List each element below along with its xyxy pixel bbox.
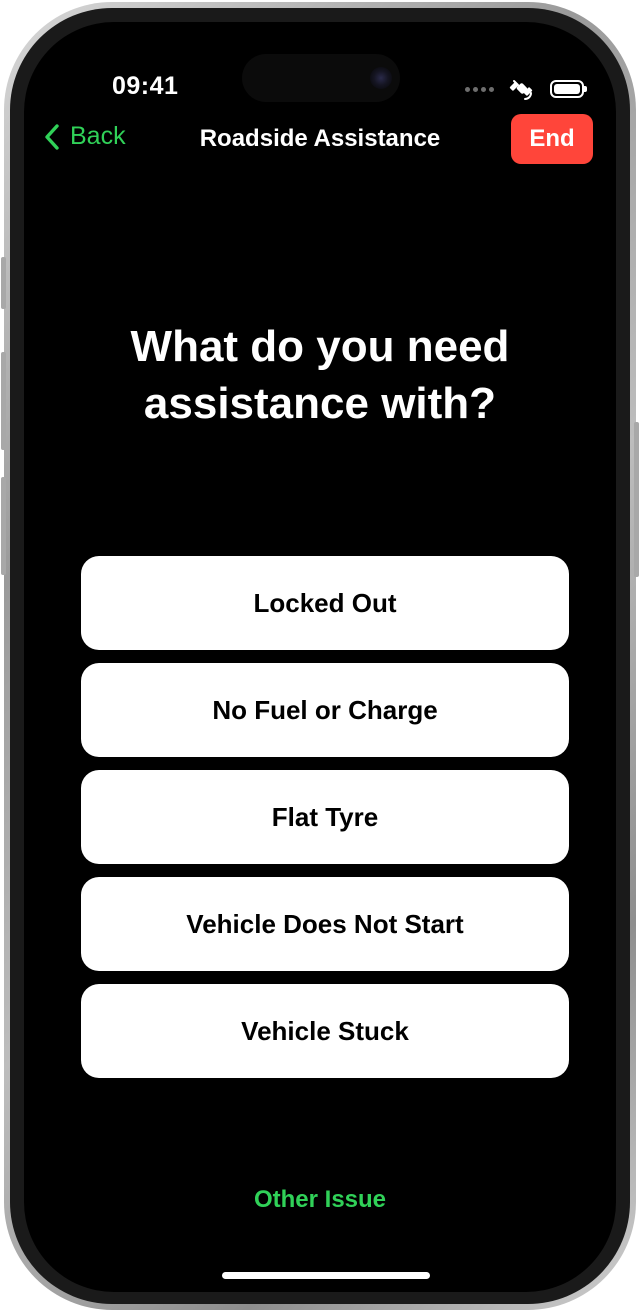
back-button[interactable]: Back bbox=[44, 122, 126, 151]
chevron-left-icon bbox=[45, 123, 59, 150]
cellular-dots-icon bbox=[465, 86, 494, 92]
option-flat-tyre-button[interactable]: Flat Tyre bbox=[81, 770, 569, 864]
home-indicator[interactable] bbox=[222, 1272, 430, 1279]
option-no-fuel-button[interactable]: No Fuel or Charge bbox=[81, 663, 569, 757]
screen: 09:41 Back Roadside Assistance End What … bbox=[24, 22, 616, 1292]
satellite-icon bbox=[509, 80, 533, 100]
option-locked-out-button[interactable]: Locked Out bbox=[81, 556, 569, 650]
phone-frame: 09:41 Back Roadside Assistance End What … bbox=[1, 2, 639, 1310]
end-button[interactable]: End bbox=[511, 114, 593, 164]
back-button-label: Back bbox=[70, 122, 126, 150]
option-vehicle-stuck-button[interactable]: Vehicle Stuck bbox=[81, 984, 569, 1078]
option-does-not-start-button[interactable]: Vehicle Does Not Start bbox=[81, 877, 569, 971]
status-time: 09:41 bbox=[112, 72, 179, 100]
status-icons bbox=[465, 77, 587, 101]
action-button bbox=[1, 257, 6, 309]
other-issue-link[interactable]: Other Issue bbox=[24, 1186, 616, 1214]
question-heading: What do you need assistance with? bbox=[130, 322, 510, 428]
options-list: Locked Out No Fuel or Charge Flat Tyre V… bbox=[81, 556, 569, 1078]
battery-icon bbox=[550, 80, 587, 98]
dynamic-island bbox=[242, 54, 400, 102]
side-power-button bbox=[634, 422, 639, 577]
volume-down-button bbox=[1, 477, 6, 575]
front-camera-icon bbox=[370, 67, 392, 89]
volume-up-button bbox=[1, 352, 6, 450]
